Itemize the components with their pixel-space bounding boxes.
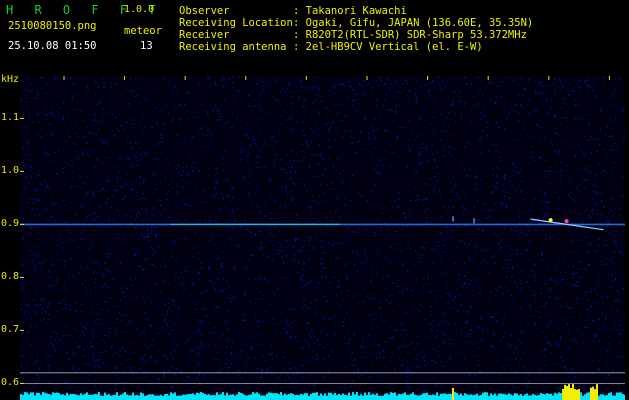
field-value-observer: : Takanori Kawachi bbox=[293, 5, 407, 17]
y-tick-label: 0.6 bbox=[1, 377, 20, 389]
meteor-count: 13 bbox=[140, 40, 153, 52]
y-tick-label: 0.9 bbox=[1, 218, 20, 230]
field-label-receiver: Receiver bbox=[179, 29, 230, 41]
app-version: 1.0.0 bbox=[124, 4, 155, 15]
y-tick-label: 0.8 bbox=[1, 271, 20, 283]
header: H R O F F T 1.0.0 2510080150.png meteor … bbox=[0, 0, 629, 73]
field-label-location: Receiving Location bbox=[179, 17, 293, 29]
file-name: 2510080150.png bbox=[8, 20, 97, 32]
field-value-antenna: : 2el-HB9CV Vertical (el. E-W) bbox=[293, 41, 483, 53]
date-time: 25.10.08 01:50 bbox=[8, 40, 97, 52]
meteor-echo-pink bbox=[564, 219, 569, 224]
field-label-observer: Observer bbox=[179, 5, 230, 17]
field-value-receiver: : R820T2(RTL-SDR) SDR-Sharp 53.372MHz bbox=[293, 29, 527, 41]
y-tick-label: 1.1 bbox=[1, 112, 20, 124]
y-tick-label: 1.0 bbox=[1, 165, 20, 177]
field-label-antenna: Receiving antenna bbox=[179, 41, 287, 53]
y-tick-label: 0.7 bbox=[1, 324, 20, 336]
field-value-location: : Ogaki, Gifu, JAPAN (136.60E, 35.35N) bbox=[293, 17, 534, 29]
plot-background bbox=[20, 76, 625, 400]
meteor-label: meteor bbox=[124, 25, 162, 37]
meteor-echo-yellow bbox=[548, 218, 553, 223]
y-axis-unit: kHz bbox=[1, 74, 20, 85]
spectrogram bbox=[20, 76, 625, 400]
